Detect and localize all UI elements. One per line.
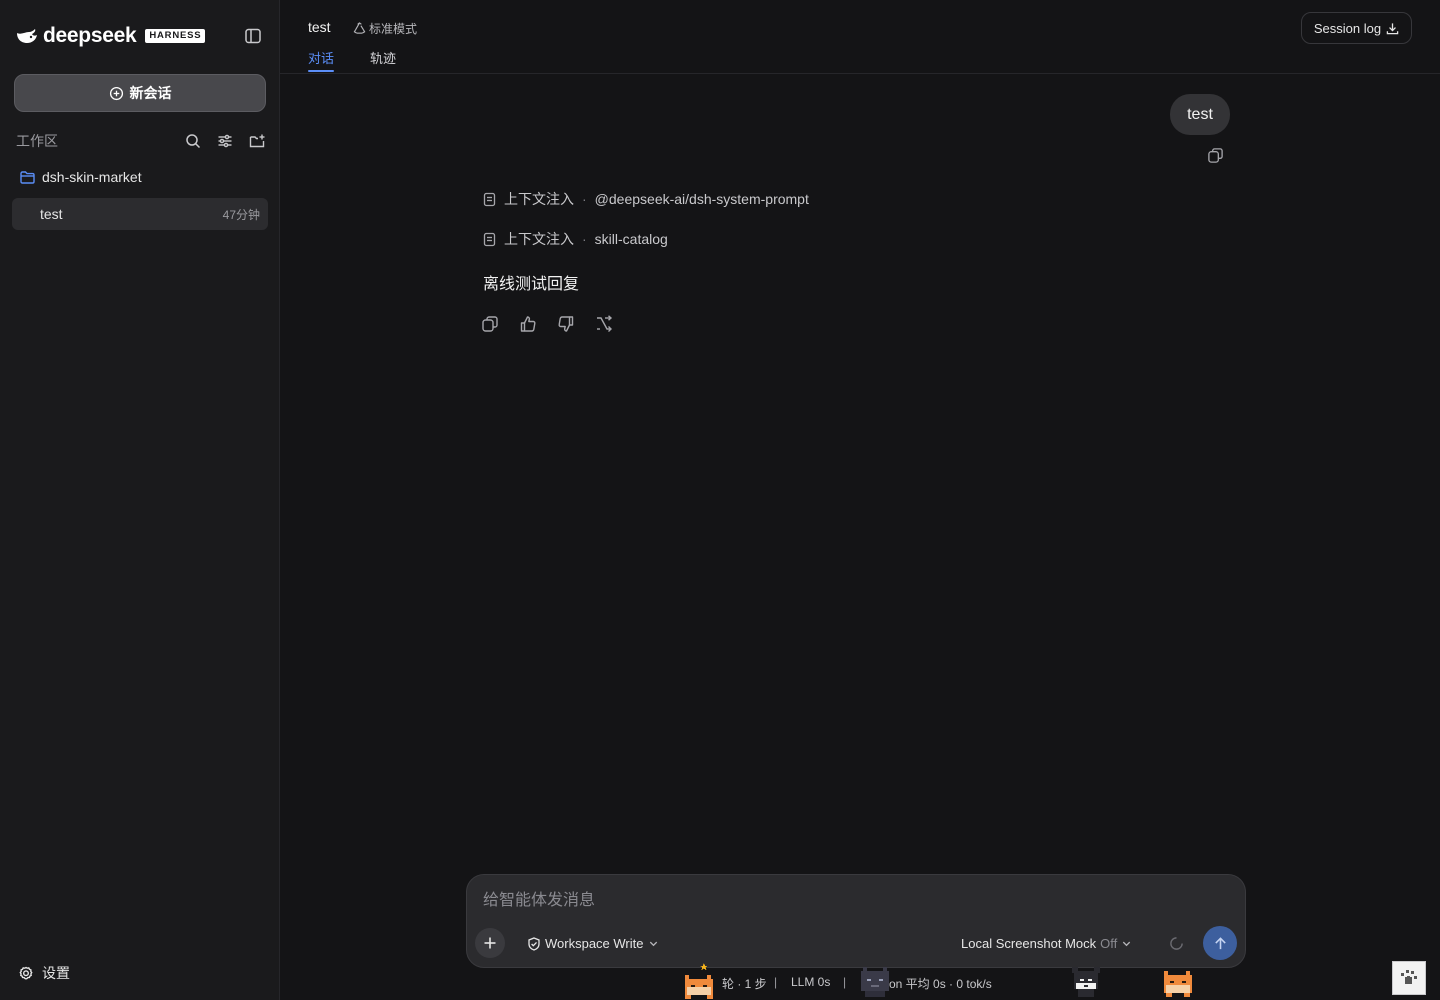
brand-badge: HARNESS <box>145 29 206 43</box>
message-input[interactable] <box>483 889 1223 913</box>
assistant-reply: 离线测试回复 <box>483 276 580 293</box>
recycle-icon <box>353 22 366 35</box>
workspace-label: 工作区 <box>16 133 58 149</box>
plus-circle-icon <box>109 86 124 101</box>
status-turns: 轮 · 1 步 <box>722 977 767 991</box>
attach-button[interactable] <box>475 928 505 958</box>
fox-mascot-icon <box>1160 963 1196 999</box>
settings-label: 设置 <box>42 965 70 981</box>
mode-badge[interactable]: 标准模式 <box>353 20 417 37</box>
folder-dsh-skin-market[interactable]: dsh-skin-market <box>20 169 142 185</box>
document-icon <box>483 192 496 207</box>
model-label: Local Screenshot Mock <box>961 936 1097 951</box>
copy-icon[interactable] <box>1207 147 1224 164</box>
copy-icon[interactable] <box>481 315 499 333</box>
conversation-header: test 标准模式 对话 轨迹 Session log <box>280 0 1440 74</box>
paw-icon <box>1398 967 1420 989</box>
session-item[interactable]: test 47分钟 <box>12 198 268 230</box>
reply-actions <box>481 315 613 333</box>
sidebar: deepseek HARNESS 新会话 工作区 dsh-skin-market… <box>0 0 280 1000</box>
status-llm-time: LLM 0s <box>791 975 831 989</box>
chevron-down-icon <box>1121 938 1132 949</box>
active-tab-indicator <box>308 70 334 72</box>
separator-dot: · <box>582 231 587 247</box>
arrow-up-icon <box>1213 936 1228 951</box>
session-title: test <box>40 206 63 222</box>
context-item[interactable]: 上下文注入 · @deepseek-ai/dsh-system-prompt <box>483 189 809 209</box>
model-state: Off <box>1100 936 1118 951</box>
branch-icon[interactable] <box>595 315 613 333</box>
folder-icon <box>20 170 35 184</box>
chevron-down-icon <box>648 938 659 949</box>
download-icon <box>1386 22 1399 35</box>
context-label: 上下文注入 <box>504 231 574 247</box>
session-log-label: Session log <box>1313 20 1382 36</box>
gear-icon <box>18 965 34 981</box>
new-chat-label: 新会话 <box>129 85 172 101</box>
status-separator: | <box>774 975 778 989</box>
plus-icon <box>483 936 497 950</box>
thumbs-up-icon[interactable] <box>519 315 537 333</box>
context-target: @deepseek-ai/dsh-system-prompt <box>594 191 809 207</box>
settings-button[interactable]: 设置 <box>18 963 70 983</box>
brand-logo[interactable]: deepseek HARNESS <box>16 24 206 47</box>
sidebar-toggle-icon[interactable] <box>244 27 262 45</box>
context-target: skill-catalog <box>594 231 668 247</box>
separator-dot: · <box>582 191 587 207</box>
context-item[interactable]: 上下文注入 · skill-catalog <box>483 229 668 249</box>
new-folder-icon[interactable] <box>249 133 266 149</box>
panda-mascot-icon <box>1068 963 1104 999</box>
message-composer: Workspace Write Local Screenshot Mock Of… <box>466 874 1246 968</box>
dark-cat-mascot-icon <box>857 963 893 999</box>
user-message: test <box>1170 94 1230 135</box>
brand-name: deepseek <box>43 24 137 47</box>
permission-label: Workspace Write <box>545 936 644 951</box>
new-chat-button[interactable]: 新会话 <box>14 74 266 112</box>
permission-select[interactable]: Workspace Write <box>527 936 659 951</box>
conversation-title: test <box>308 19 331 35</box>
workspace-header: 工作区 <box>16 131 266 151</box>
tab-chat[interactable]: 对话 <box>308 48 334 67</box>
document-icon <box>483 232 496 247</box>
search-icon[interactable] <box>185 133 201 149</box>
context-label: 上下文注入 <box>504 191 574 207</box>
whale-icon <box>16 28 38 44</box>
send-button[interactable] <box>1203 926 1237 960</box>
fox-mascot-icon <box>681 963 717 999</box>
status-separator: | <box>843 975 847 989</box>
model-select[interactable]: Local Screenshot Mock Off <box>961 936 1132 951</box>
workspace-tools <box>185 133 266 149</box>
loading-spinner-icon <box>1169 936 1184 951</box>
folder-label: dsh-skin-market <box>42 169 142 185</box>
mode-label: 标准模式 <box>369 22 418 36</box>
session-log-button[interactable]: Session log <box>1301 12 1412 44</box>
tab-trace[interactable]: 轨迹 <box>370 48 396 67</box>
session-time: 47分钟 <box>222 207 260 222</box>
filter-icon[interactable] <box>217 133 233 149</box>
thumbs-down-icon[interactable] <box>557 315 575 333</box>
status-throughput: on 平均 0s · 0 tok/s <box>889 977 992 991</box>
shield-check-icon <box>527 936 541 951</box>
paw-button[interactable] <box>1392 961 1426 995</box>
